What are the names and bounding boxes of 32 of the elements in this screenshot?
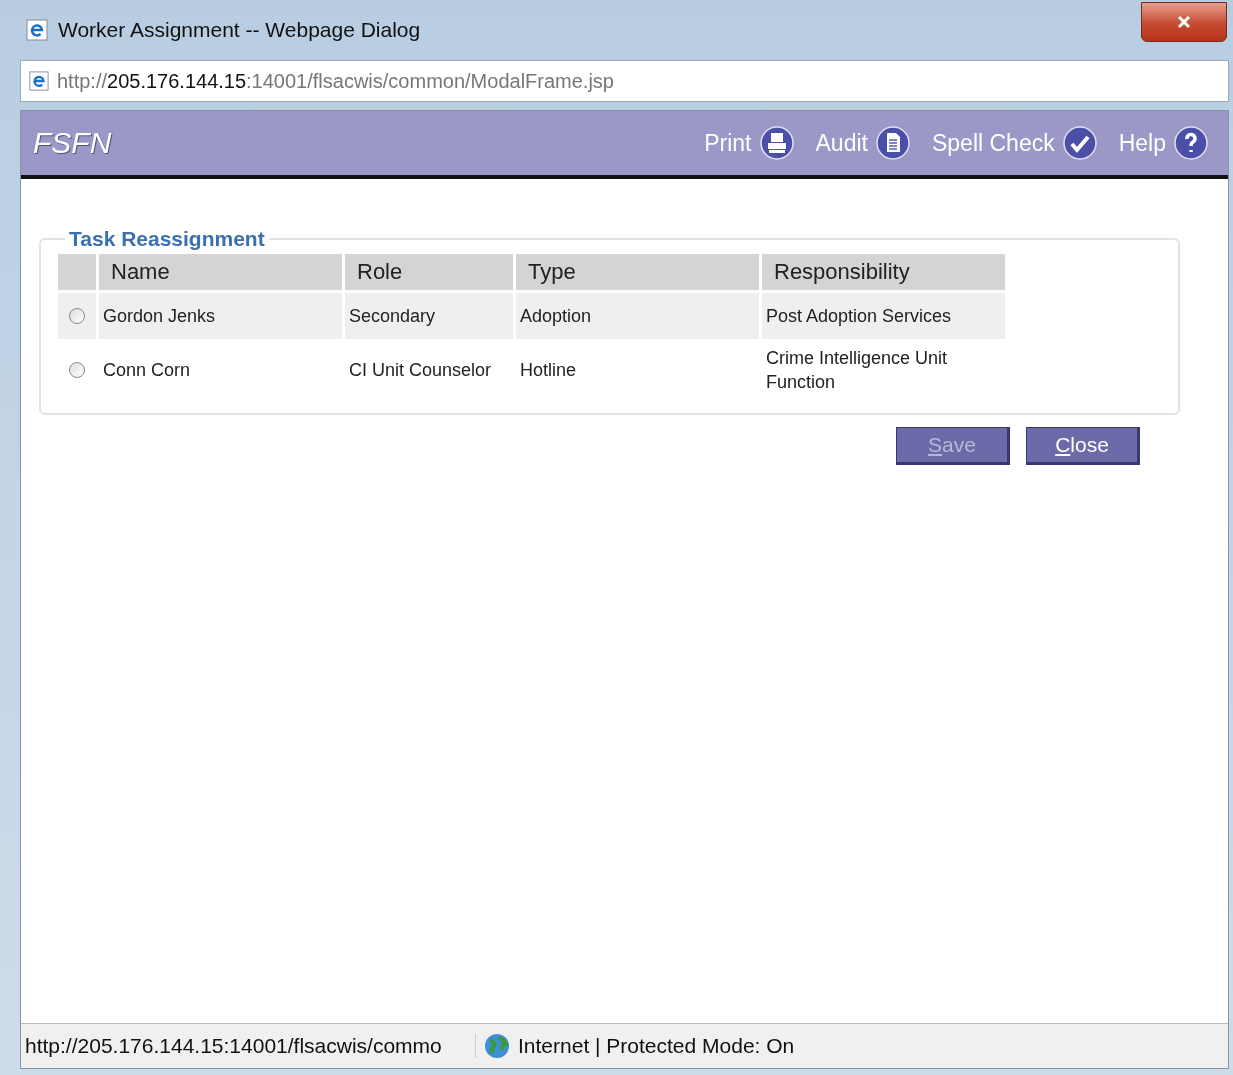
column-header: Role	[345, 254, 513, 290]
window-title: Worker Assignment -- Webpage Dialog	[58, 18, 421, 42]
address-bar[interactable]: http://205.176.144.15:14001/flsacwis/common/ModalFrame.jsp	[20, 60, 1229, 102]
security-zone: Internet | Protected Mode: On	[518, 1034, 795, 1058]
globe-icon	[484, 1033, 510, 1059]
column-header: Responsibility	[762, 254, 1005, 290]
printer-icon	[759, 126, 794, 160]
toolbar-link[interactable]: Help	[1118, 126, 1208, 160]
row-radio[interactable]	[69, 308, 85, 324]
row-radio[interactable]	[69, 362, 85, 378]
url-text: http://205.176.144.15:14001/flsacwis/common/ModalFrame.jsp	[57, 69, 614, 93]
table-cell: Post Adoption Services	[762, 293, 1005, 339]
table-cell: Secondary	[345, 293, 513, 339]
table-cell: Adoption	[516, 293, 759, 339]
column-header: Name	[99, 254, 342, 290]
help-icon	[1174, 126, 1208, 160]
table-header	[58, 254, 96, 290]
close-icon	[1176, 14, 1192, 30]
column-header: Type	[516, 254, 759, 290]
brand-logo: FSFN	[33, 126, 113, 160]
document-icon	[875, 126, 910, 160]
browser-icon	[29, 71, 49, 91]
dialog-button[interactable]: Close	[1026, 427, 1140, 465]
browser-icon	[26, 19, 48, 41]
toolbar-link[interactable]: Print	[704, 126, 794, 160]
spell-check-icon	[1062, 126, 1097, 160]
table-cell: Gordon Jenks	[99, 293, 342, 339]
status-url: http://205.176.144.15:14001/flsacwis/commo	[21, 1034, 476, 1058]
panel-title: Task Reassignment	[68, 227, 266, 251]
toolbar-link[interactable]: Spell Check	[931, 126, 1097, 160]
close-button[interactable]	[1141, 2, 1227, 42]
toolbar-link[interactable]: Audit	[815, 126, 910, 160]
